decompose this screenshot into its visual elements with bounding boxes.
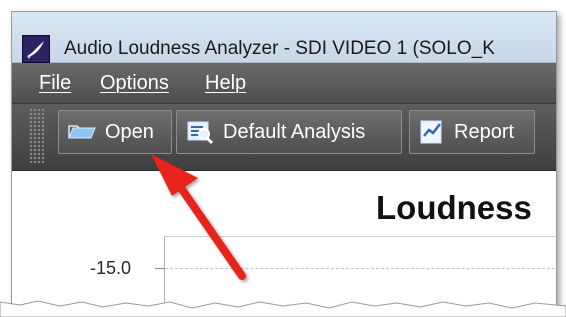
open-button-label: Open bbox=[105, 120, 154, 143]
default-analysis-button[interactable]: Default Analysis bbox=[176, 110, 402, 154]
chart-panel: Loudness -15.0 bbox=[12, 171, 556, 310]
plot-area bbox=[164, 236, 556, 310]
gridline bbox=[165, 268, 556, 269]
report-button[interactable]: Report bbox=[409, 110, 535, 154]
analysis-icon bbox=[185, 119, 215, 145]
title-bar: Audio Loudness Analyzer - SDI VIDEO 1 (S… bbox=[12, 12, 556, 63]
toolbar-grip[interactable] bbox=[29, 108, 45, 164]
app-logo-icon bbox=[22, 35, 50, 63]
screenshot-frame: Audio Loudness Analyzer - SDI VIDEO 1 (S… bbox=[11, 11, 557, 311]
menu-options[interactable]: Options bbox=[100, 72, 169, 95]
default-analysis-label: Default Analysis bbox=[223, 120, 366, 143]
menu-help[interactable]: Help bbox=[205, 72, 246, 95]
y-axis-tick-label: -15.0 bbox=[90, 258, 132, 278]
open-button[interactable]: Open bbox=[58, 110, 172, 154]
window-title: Audio Loudness Analyzer - SDI VIDEO 1 (S… bbox=[64, 38, 495, 59]
folder-open-icon bbox=[67, 122, 97, 142]
y-axis-tick-mark bbox=[155, 268, 164, 269]
menu-file[interactable]: File bbox=[39, 72, 71, 95]
toolbar: Open Default Analysis Report bbox=[12, 104, 556, 171]
report-icon bbox=[418, 118, 446, 146]
chart-title: Loudness bbox=[376, 189, 532, 226]
menu-bar: File Options Help bbox=[12, 63, 556, 104]
report-button-label: Report bbox=[454, 120, 515, 143]
